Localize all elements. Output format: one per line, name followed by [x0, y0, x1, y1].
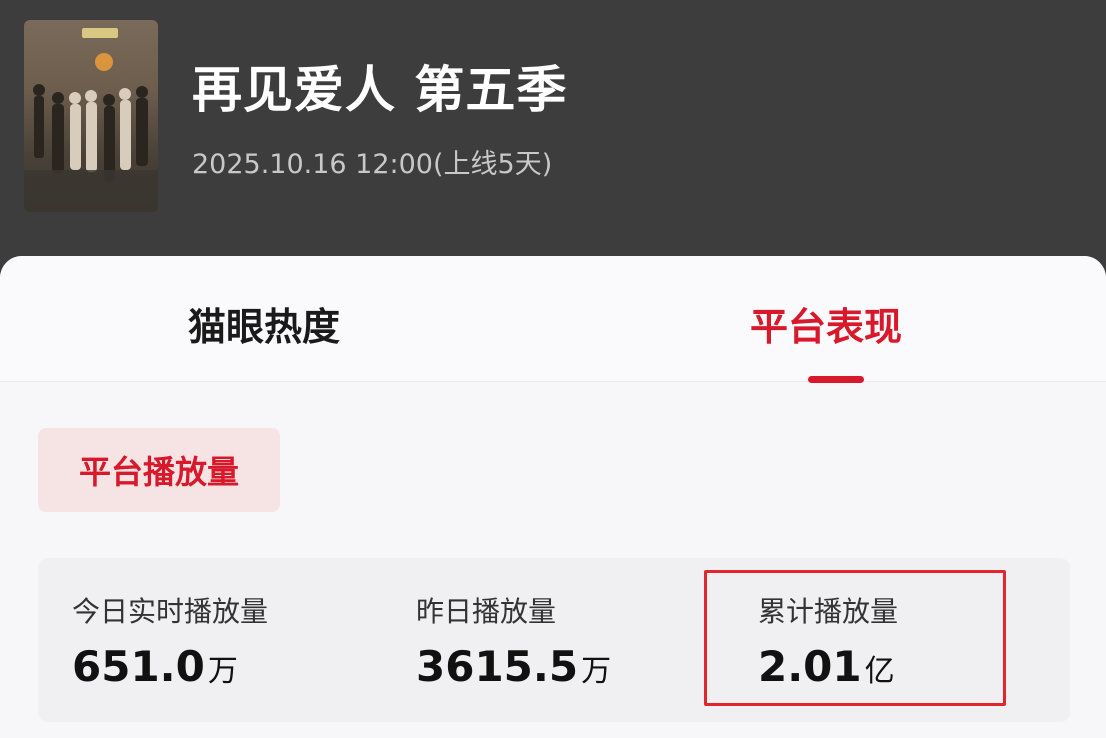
stat-label: 累计播放量	[758, 595, 899, 628]
stat-value: 651.0 万	[72, 642, 238, 691]
tab-bar: 猫眼热度 平台表现	[0, 256, 1106, 383]
stat-number: 3615.5	[416, 642, 579, 691]
play-stats-panel: 今日实时播放量 651.0 万 昨日播放量 3615.5 万 累计播放量 2.01 亿	[38, 558, 1070, 722]
section-chip-platform-plays[interactable]: 平台播放量	[38, 428, 280, 512]
stat-number: 651.0	[72, 642, 205, 691]
release-date: 2025.10.16 12:00(上线5天)	[192, 149, 553, 180]
show-header: 再见爱人 第五季 2025.10.16 12:00(上线5天)	[0, 0, 1106, 270]
stats-card: 猫眼热度 平台表现 平台播放量 今日实时播放量 651.0 万 昨日播放量 361…	[0, 256, 1106, 738]
stat-unit: 万	[581, 654, 612, 689]
stat-label: 今日实时播放量	[72, 595, 269, 628]
stat-number: 2.01	[758, 642, 862, 691]
stat-value: 2.01 亿	[758, 642, 895, 691]
show-poster[interactable]	[24, 20, 158, 212]
tab-maoyan-heat[interactable]: 猫眼热度	[188, 296, 340, 351]
stat-unit: 亿	[864, 654, 895, 689]
stat-value: 3615.5 万	[416, 642, 611, 691]
page: 再见爱人 第五季 2025.10.16 12:00(上线5天) 猫眼热度 平台表…	[0, 0, 1106, 738]
poster-image	[24, 28, 158, 212]
show-title: 再见爱人 第五季	[192, 61, 568, 119]
tab-platform-performance[interactable]: 平台表现	[750, 296, 902, 351]
stat-label: 昨日播放量	[416, 595, 557, 628]
active-tab-indicator	[808, 376, 864, 383]
stat-unit: 万	[207, 654, 238, 689]
